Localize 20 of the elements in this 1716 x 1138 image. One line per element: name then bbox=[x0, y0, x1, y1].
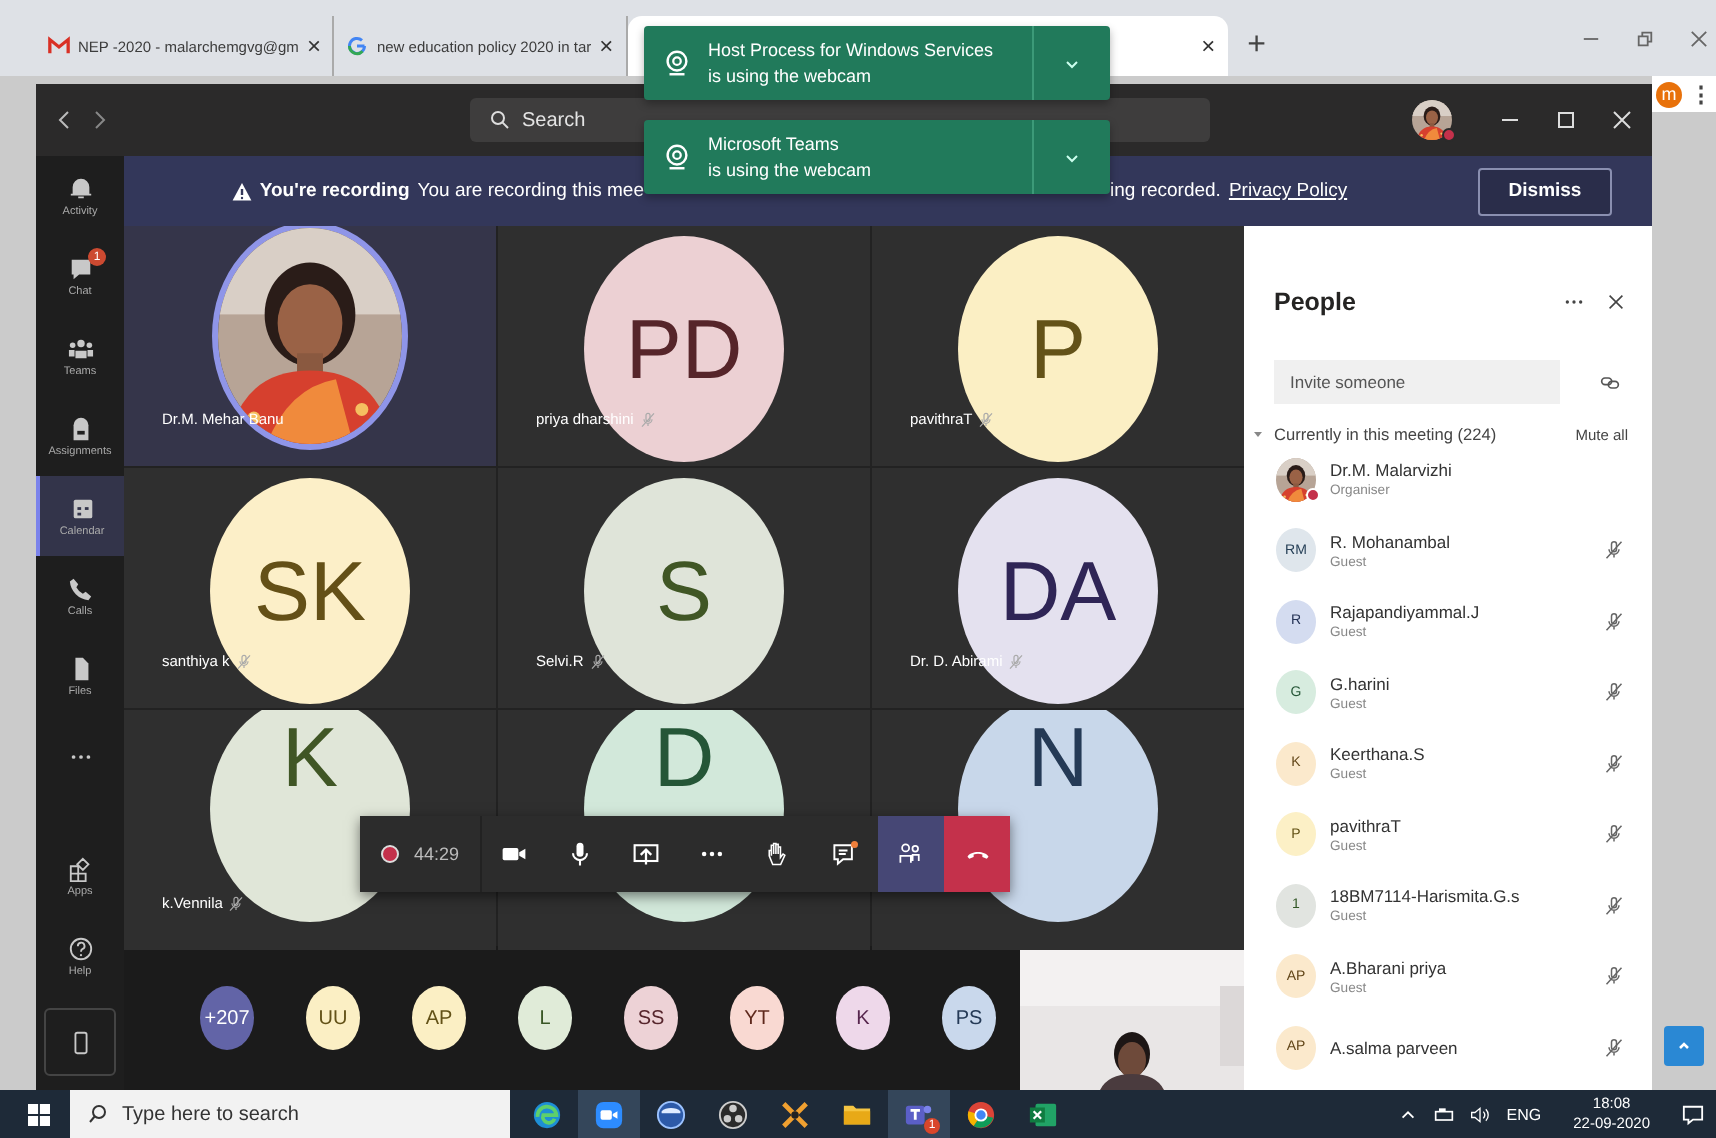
banner-text: ing recorded. bbox=[1110, 180, 1221, 202]
member-name: Dr.M. Malarvizhi bbox=[1330, 460, 1454, 481]
notification-title: Host Process for Windows Services bbox=[708, 40, 996, 60]
banner-text: You are recording this mee bbox=[417, 180, 644, 202]
notification-title: Microsoft Teams bbox=[708, 134, 841, 154]
participant-avatar: S bbox=[584, 478, 784, 704]
call-timer: 44:29 bbox=[414, 844, 460, 864]
member-name: Keerthana.S bbox=[1330, 744, 1427, 765]
panel-title: People bbox=[1274, 288, 1358, 316]
notification-text: is using the webcam bbox=[708, 66, 874, 86]
member-name: R. Mohanambal bbox=[1330, 531, 1453, 552]
member-name: A.salma parveen bbox=[1330, 1037, 1460, 1058]
member-name: 18BM7114-Harismita.G.s bbox=[1330, 886, 1522, 907]
recording-title: You're recording bbox=[259, 180, 410, 202]
participant-avatar: N bbox=[958, 710, 1158, 922]
notification-text: is using the webcam bbox=[708, 160, 874, 180]
member-name: G.harini bbox=[1330, 673, 1392, 694]
member-name: pavithraT bbox=[1330, 815, 1403, 836]
member-name: A.Bharani priya bbox=[1330, 957, 1449, 978]
member-name: Rajapandiyammal.J bbox=[1330, 602, 1482, 623]
